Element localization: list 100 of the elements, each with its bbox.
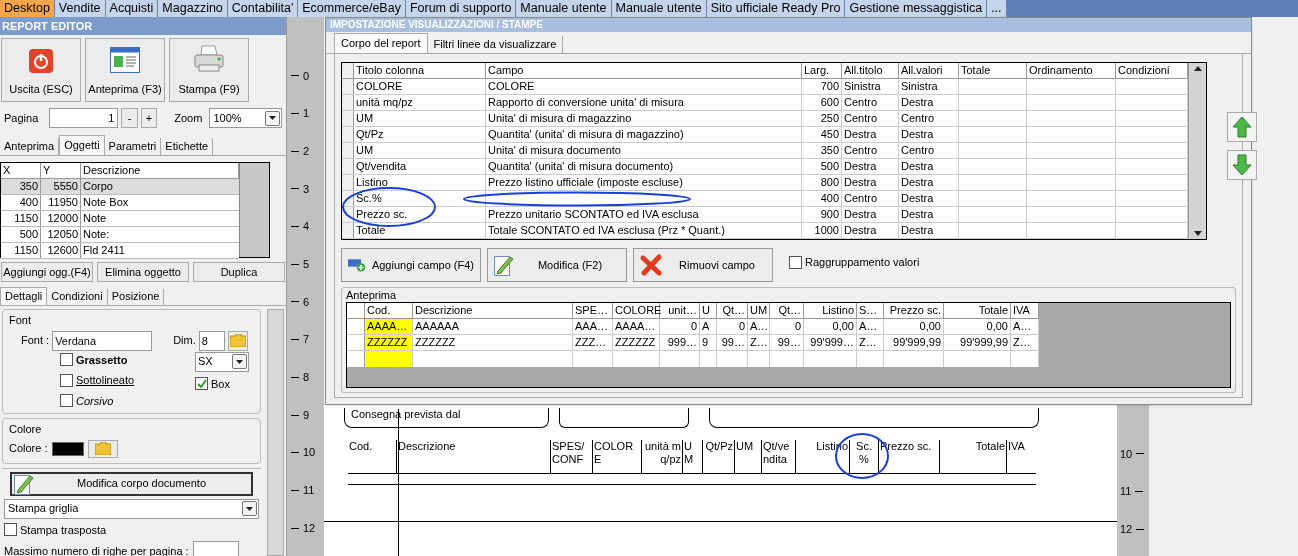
action-button[interactable]: Aggiungi campo (F4) bbox=[341, 248, 481, 282]
tab[interactable]: Etichette bbox=[161, 138, 214, 155]
action-button[interactable]: Aggiungi ogg.(F4) bbox=[1, 262, 93, 282]
table-cell: Centro bbox=[842, 111, 899, 126]
move-down-button[interactable] bbox=[1227, 150, 1257, 180]
table-cell: Destra bbox=[842, 223, 899, 238]
table-cell: A bbox=[700, 319, 717, 334]
nav-tab[interactable]: Manuale utente bbox=[516, 0, 612, 17]
up-arrow-icon bbox=[1232, 116, 1252, 138]
nav-tab[interactable]: Forum di supporto bbox=[405, 0, 517, 17]
scrollbar[interactable] bbox=[267, 309, 284, 556]
tab[interactable]: Condizioni bbox=[47, 289, 108, 305]
action-button[interactable]: Rimuovi campo bbox=[633, 248, 773, 282]
down-arrow-icon bbox=[1232, 154, 1252, 176]
table-cell: AAAAAA bbox=[413, 319, 573, 334]
next-page-button[interactable]: + bbox=[140, 108, 158, 128]
toolbar-button[interactable]: Anteprima (F3) bbox=[85, 38, 165, 102]
column-header: UM bbox=[748, 303, 770, 318]
table-cell-text: Note Box bbox=[82, 195, 130, 210]
checkbox[interactable] bbox=[60, 373, 73, 387]
table-cell: 999… bbox=[660, 335, 700, 350]
column-header: SPES/CONF bbox=[550, 440, 592, 473]
table-row[interactable]: 1150 12600 Fld 2411 bbox=[1, 243, 239, 259]
table-cell: 400 bbox=[802, 191, 842, 206]
checkbox[interactable] bbox=[789, 255, 802, 269]
edit-icon bbox=[494, 254, 514, 276]
zoom-select[interactable]: 100% bbox=[209, 108, 282, 128]
nav-tab[interactable]: Acquisti bbox=[105, 0, 159, 17]
page-field[interactable]: 1 bbox=[49, 108, 119, 128]
tab[interactable]: Dettagli bbox=[0, 287, 48, 305]
table-cell: 99… bbox=[717, 335, 748, 350]
toolbar-button[interactable]: Uscita (ESC) bbox=[1, 38, 81, 102]
folder-icon bbox=[229, 334, 246, 347]
column-header: Qt/vendita bbox=[761, 440, 795, 473]
table-cell: 12000 bbox=[41, 211, 81, 226]
ruler-number: 6 bbox=[303, 294, 310, 310]
nav-tab[interactable]: Magazzino bbox=[158, 0, 228, 17]
column-header: Totale bbox=[939, 440, 1006, 473]
checkbox[interactable] bbox=[4, 523, 17, 537]
nav-tab[interactable]: Vendite bbox=[54, 0, 106, 17]
nav-tab[interactable]: ... bbox=[987, 0, 1007, 17]
tab[interactable]: Filtri linee da visualizzare bbox=[427, 36, 564, 53]
table-cell: 99'999,99 bbox=[884, 335, 944, 350]
max-rows-field[interactable] bbox=[192, 541, 239, 556]
color-picker-button[interactable] bbox=[87, 439, 118, 458]
action-button[interactable]: Elimina oggetto bbox=[97, 262, 189, 282]
font-picker-button[interactable] bbox=[227, 330, 248, 351]
scrollbar[interactable] bbox=[239, 163, 269, 257]
nav-tab[interactable]: Ecommerce/eBay bbox=[298, 0, 406, 17]
table-cell: Centro bbox=[842, 191, 899, 206]
column-header: unità mq/pz bbox=[641, 440, 682, 473]
ruler-number: 4 bbox=[303, 219, 310, 235]
grid-print-select[interactable]: Stampa griglia bbox=[4, 498, 259, 519]
table-cell-text: Corpo bbox=[82, 179, 114, 194]
column-header: X bbox=[1, 163, 41, 178]
color-swatch[interactable] bbox=[51, 441, 84, 456]
table-cell: Prezzo unitario SCONTATO ed IVA esclusa bbox=[486, 207, 802, 222]
tab[interactable]: Oggetti bbox=[59, 135, 105, 155]
table-cell: 0 bbox=[717, 319, 748, 334]
edit-body-button[interactable]: Modifica corpo documento bbox=[10, 471, 253, 496]
table-cell: COLORE bbox=[354, 79, 486, 94]
table-cell: AAAA… bbox=[613, 319, 660, 334]
field-label: Pagina bbox=[4, 110, 39, 126]
font-field[interactable]: Verdana bbox=[52, 330, 153, 351]
table-row[interactable]: 400 11950 Note Box bbox=[1, 195, 239, 211]
checkbox[interactable] bbox=[60, 394, 73, 408]
toolbar-button[interactable]: Stampa (F9) bbox=[169, 38, 249, 102]
alignment-select[interactable]: SX bbox=[195, 351, 249, 372]
table-cell: unità mq/pz bbox=[354, 95, 486, 110]
nav-tab[interactable]: Gestione messaggistica bbox=[845, 0, 988, 17]
nav-tab[interactable]: Manuale utente bbox=[611, 0, 707, 17]
table-row[interactable]: 350 5550 Corpo bbox=[1, 179, 239, 195]
action-button[interactable]: Modifica (F2) bbox=[487, 248, 627, 282]
tab[interactable]: Parametri bbox=[104, 138, 162, 155]
checkbox[interactable] bbox=[60, 353, 73, 367]
table-cell: Destra bbox=[899, 175, 959, 190]
nav-tab[interactable]: Desktop bbox=[0, 0, 55, 17]
column-header: UM bbox=[734, 440, 761, 473]
move-up-button[interactable] bbox=[1227, 112, 1257, 142]
size-field[interactable]: 8 bbox=[198, 330, 225, 351]
table-cell: 99… bbox=[770, 335, 804, 350]
table-cell: COLORE bbox=[486, 79, 802, 94]
table-cell: Quantita' (unita' di misura documento) bbox=[486, 159, 802, 174]
tab[interactable]: Corpo del report bbox=[334, 33, 428, 53]
table-cell: Qt/Pz bbox=[354, 127, 486, 142]
table-row[interactable]: 500 12050 Note: bbox=[1, 227, 239, 243]
ruler-number: 5 bbox=[303, 257, 310, 273]
ruler-number: 8 bbox=[303, 370, 310, 386]
ruler-number: 11 bbox=[1120, 484, 1132, 500]
tab[interactable]: Posizione bbox=[107, 289, 165, 305]
checkbox[interactable] bbox=[195, 377, 208, 391]
table-cell: Z… bbox=[748, 335, 770, 350]
action-button[interactable]: Duplica bbox=[193, 262, 285, 282]
nav-tab[interactable]: Contabilita' bbox=[227, 0, 299, 17]
table-row[interactable]: 1150 12000 Note bbox=[1, 211, 239, 227]
scrollbar[interactable] bbox=[1188, 63, 1206, 239]
previous-page-button[interactable]: - bbox=[121, 108, 138, 128]
table-cell: 1150 bbox=[1, 211, 41, 226]
column-header: Sc. % bbox=[849, 440, 878, 473]
nav-tab[interactable]: Sito ufficiale Ready Pro bbox=[706, 0, 846, 17]
